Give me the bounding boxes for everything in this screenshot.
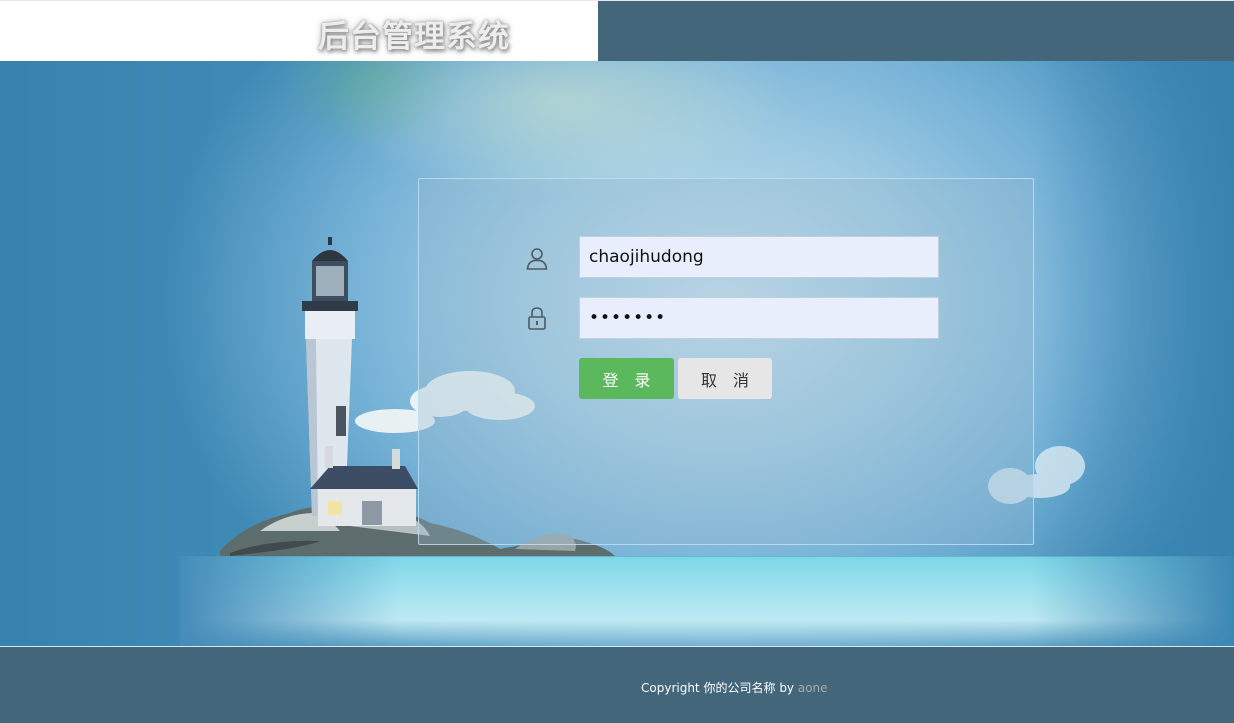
copyright-label: Copyright [641, 681, 700, 695]
password-input[interactable] [579, 297, 939, 339]
lock-icon [525, 306, 549, 330]
login-page: 后台管理系统 chaojihudong ••••••• 登 录 取 消 Copy… [0, 0, 1234, 723]
system-title: 后台管理系统 [318, 19, 510, 55]
logo-area: 后台管理系统 [0, 1, 598, 61]
copyright-text: Copyright 你的公司名称 by aone [641, 679, 828, 696]
footer-bar: Copyright 你的公司名称 by aone [0, 646, 1234, 723]
cancel-button[interactable]: 取 消 [678, 358, 772, 399]
header-bar: 后台管理系统 [0, 0, 1234, 61]
username-input[interactable] [579, 236, 939, 278]
by-label: by [779, 681, 795, 695]
user-icon [525, 246, 549, 270]
company-name: 你的公司名称 [703, 681, 776, 695]
keepers-house [310, 446, 418, 526]
author-link[interactable]: aone [798, 681, 828, 695]
login-button[interactable]: 登 录 [579, 358, 674, 399]
